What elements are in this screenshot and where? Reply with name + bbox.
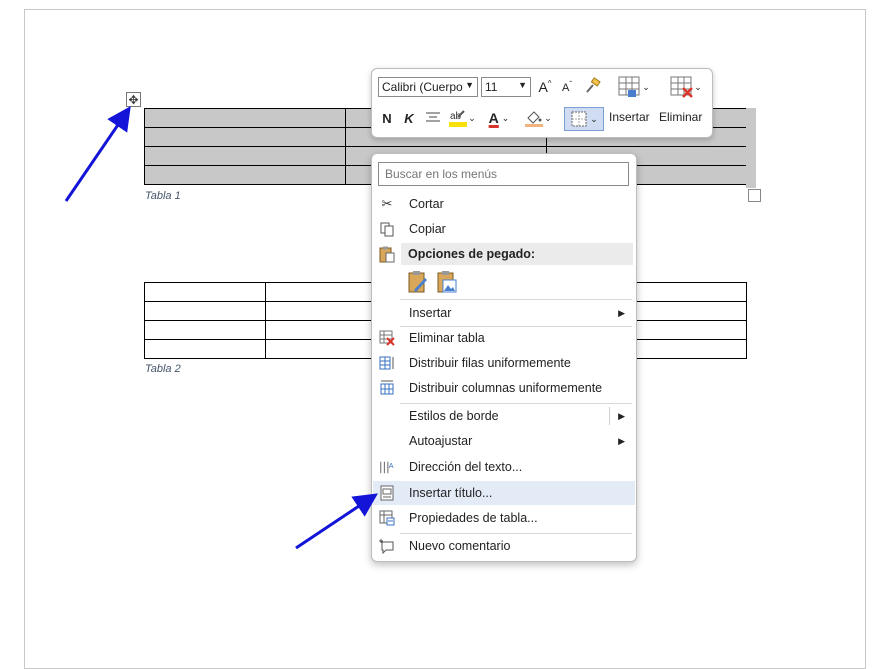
arrow-to-move-handle <box>64 106 131 202</box>
annotation-arrows <box>64 106 378 550</box>
arrow-to-insert-caption <box>295 493 378 550</box>
